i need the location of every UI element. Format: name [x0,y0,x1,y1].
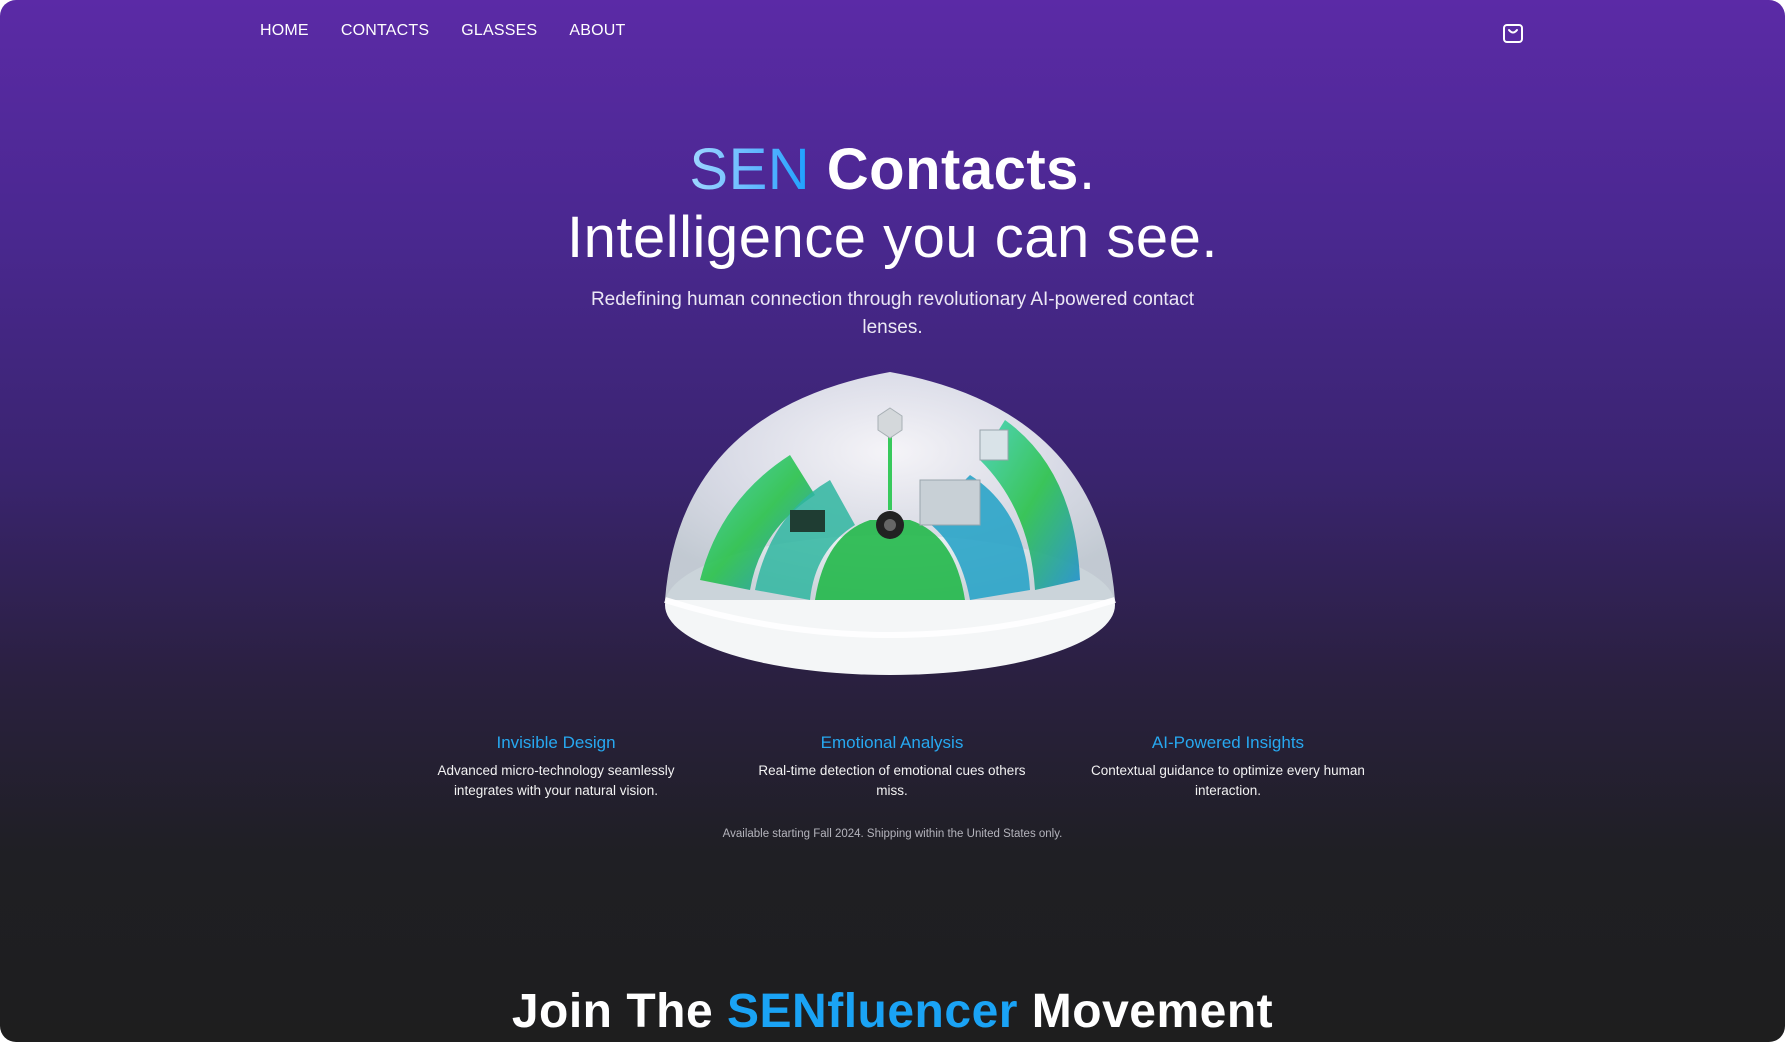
feature-title: Invisible Design [496,733,616,752]
feature-title: AI-Powered Insights [1151,733,1305,752]
product-name: Contacts [826,137,1079,202]
feature-title: Emotional Analysis [820,733,964,752]
join-heading: Join The SENfluencer Movement [0,984,1785,1039]
feature-emotional-analysis: Emotional Analysis Real-time detection o… [742,733,1042,801]
title-period: . [1078,137,1096,202]
lens-image [640,350,1140,690]
hero-title: SEN Contacts. [0,136,1785,204]
nav-about[interactable]: ABOUT [569,22,625,40]
availability-note: Available starting Fall 2024. Shipping w… [722,828,1063,840]
join-prefix: Join The [511,985,728,1038]
nav-home[interactable]: HOME [260,22,309,40]
page: HOME CONTACTS GLASSES ABOUT SEN Contacts… [0,0,1785,1042]
nav-contacts[interactable]: CONTACTS [341,22,429,40]
feature-invisible-design: Invisible Design Advanced micro-technolo… [406,733,706,801]
shopping-bag-icon[interactable] [1502,20,1524,44]
main-nav: HOME CONTACTS GLASSES ABOUT [260,22,625,40]
hero: SEN Contacts. Intelligence you can see. … [0,136,1785,342]
nav-glasses[interactable]: GLASSES [461,22,537,40]
hero-subtitle: Redefining human connection through revo… [590,289,1195,338]
feature-text: Real-time detection of emotional cues ot… [758,763,1026,798]
feature-text: Advanced micro-technology seamlessly int… [437,763,675,798]
feature-text: Contextual guidance to optimize every hu… [1091,763,1365,798]
hero-tagline: Intelligence you can see. [567,205,1218,270]
join-accent: SENfluencer [727,985,1018,1038]
brand-sen: SEN [689,137,811,202]
feature-ai-insights: AI-Powered Insights Contextual guidance … [1078,733,1378,801]
join-suffix: Movement [1017,985,1274,1038]
